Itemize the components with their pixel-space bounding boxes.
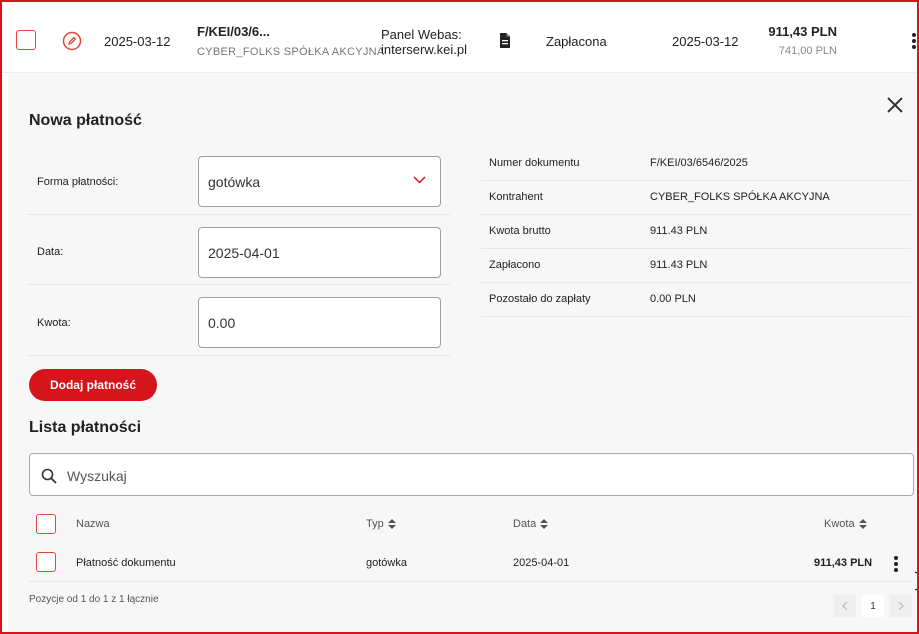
row-amount: 911,43 PLN [814, 557, 873, 569]
search-input[interactable]: Wyszukaj [29, 453, 914, 496]
info-key: Pozostało do zapłaty [489, 293, 591, 305]
pagination-page[interactable]: 1 [862, 595, 884, 617]
kebab-icon[interactable] [911, 32, 917, 50]
chevron-down-icon [413, 176, 426, 184]
document-number[interactable]: F/KEI/03/6... [197, 24, 270, 39]
pagination-prev[interactable] [834, 595, 856, 617]
info-value: 0.00 PLN [650, 293, 696, 305]
column-amount[interactable]: Kwota [824, 518, 867, 530]
new-payment-title: Nowa płatność [29, 112, 142, 129]
file-icon[interactable] [499, 33, 511, 48]
document-company: CYBER_FOLKS SPÓŁKA AKCYJNA [197, 46, 385, 58]
sort-icon [540, 519, 549, 529]
date-field[interactable]: 2025-04-01 [198, 227, 441, 278]
row-checkbox[interactable] [36, 552, 56, 572]
chevron-left-icon [842, 602, 848, 610]
pagination-summary: Pozycje od 1 do 1 z 1 łącznie [29, 594, 159, 605]
info-value: 911.43 PLN [650, 225, 708, 237]
document-checkbox[interactable] [16, 30, 36, 50]
info-value: CYBER_FOLKS SPÓŁKA AKCYJNA [650, 191, 830, 203]
select-all-checkbox[interactable] [36, 514, 56, 534]
sort-icon [387, 519, 396, 529]
payment-method-select[interactable]: gotówka [198, 156, 441, 207]
chevron-right-icon [898, 602, 904, 610]
sort-icon [858, 519, 867, 529]
column-date[interactable]: Data [513, 518, 549, 530]
info-key: Kontrahent [489, 191, 543, 203]
info-row-contractor: Kontrahent CYBER_FOLKS SPÓŁKA AKCYJNA [481, 181, 911, 215]
info-value: 911.43 PLN [650, 259, 708, 271]
row-type: gotówka [366, 557, 407, 569]
info-value: F/KEI/03/6546/2025 [650, 157, 748, 169]
row-date: 2025-04-01 [513, 557, 570, 569]
pagination-next[interactable] [890, 595, 912, 617]
document-amount-gross: 911,43 PLN [768, 24, 837, 39]
info-row-gross: Kwota brutto 911.43 PLN [481, 215, 911, 249]
document-date: 2025-03-12 [104, 34, 171, 49]
column-name[interactable]: Nazwa [76, 518, 110, 530]
search-placeholder: Wyszukaj [67, 468, 127, 484]
document-row[interactable]: 2025-03-12 F/KEI/03/6... CYBER_FOLKS SPÓ… [2, 2, 917, 73]
amount-label: Kwota: [37, 317, 71, 329]
info-row-number: Numer dokumentu F/KEI/03/6546/2025 [481, 147, 911, 181]
info-key: Numer dokumentu [489, 157, 580, 169]
search-icon [41, 468, 57, 484]
document-status: Zapłacona [546, 34, 607, 49]
row-name: Płatność dokumentu [76, 557, 176, 569]
payment-list-title: Lista płatności [29, 419, 142, 436]
add-payment-button[interactable]: Dodaj płatność [29, 369, 157, 401]
mouse-cursor-icon [914, 571, 919, 591]
panel-label: Panel Webas: [381, 27, 462, 42]
info-key: Kwota brutto [489, 225, 551, 237]
date-label: Data: [37, 246, 64, 258]
close-icon[interactable] [886, 96, 904, 114]
document-panel: Panel Webas: interserw.kei.pl [381, 27, 467, 57]
kebab-icon[interactable] [893, 555, 899, 573]
info-row-remaining: Pozostało do zapłaty 0.00 PLN [481, 283, 911, 317]
info-row-paid: Zapłacono 911.43 PLN [481, 249, 911, 283]
document-amount-net: 741,00 PLN [778, 45, 837, 57]
payment-method-label: Forma płatności: [37, 176, 119, 188]
column-type[interactable]: Typ [366, 518, 396, 530]
panel-host: interserw.kei.pl [381, 42, 467, 57]
table-row[interactable]: Płatność dokumentu gotówka 2025-04-01 91… [29, 546, 914, 582]
pencil-icon[interactable] [62, 31, 82, 51]
info-key: Zapłacono [489, 259, 541, 271]
payment-method-value: gotówka [208, 173, 261, 190]
document-due-date: 2025-03-12 [672, 34, 739, 49]
amount-field[interactable]: 0.00 [198, 297, 441, 348]
payments-table-header: Nazwa Typ Data Kwota [29, 509, 914, 539]
